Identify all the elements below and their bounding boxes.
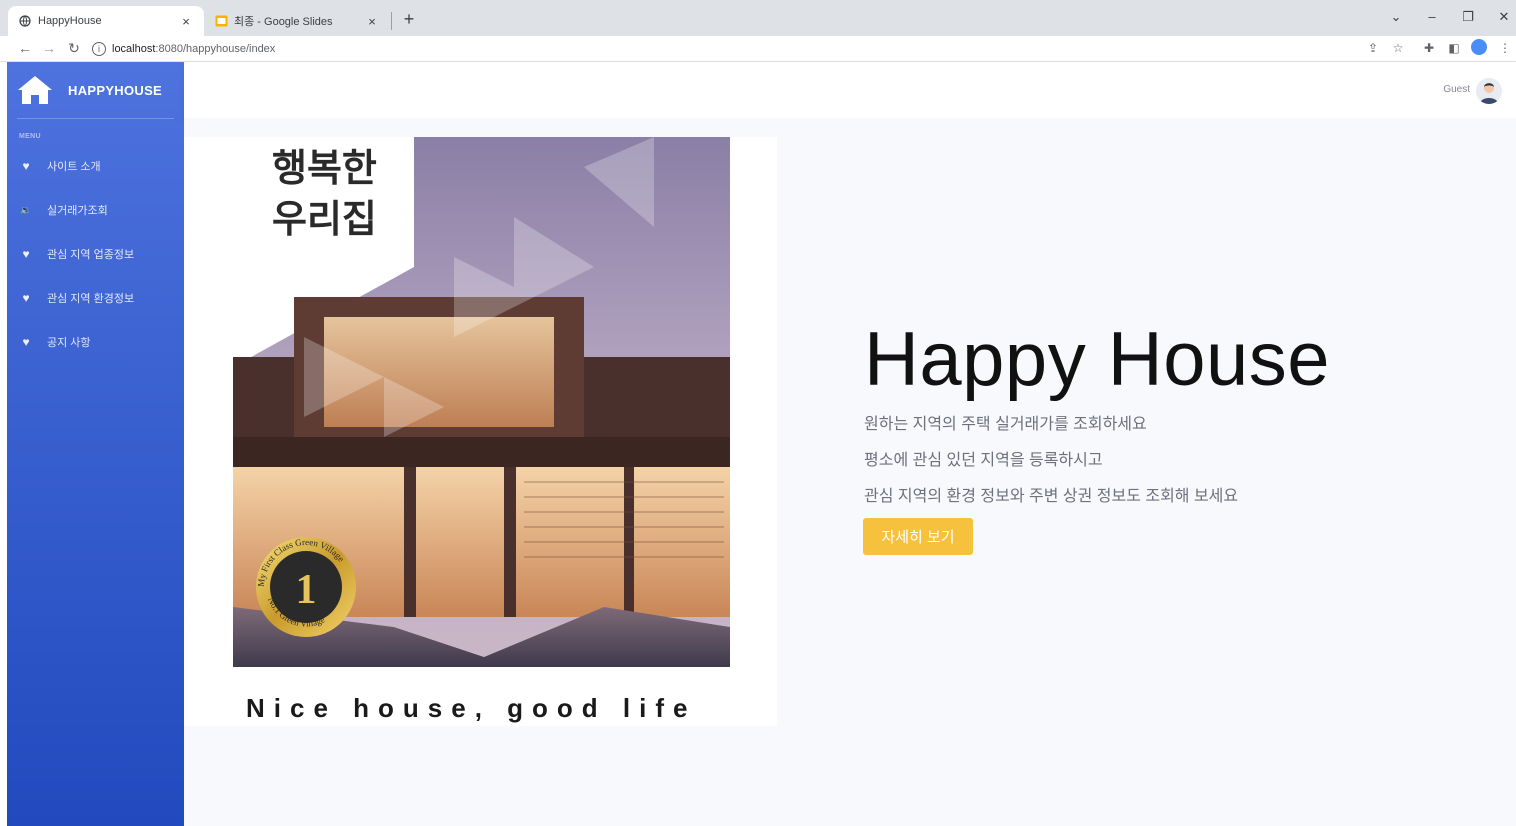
reload-icon[interactable]: ↻	[65, 40, 83, 57]
brand-name: HAPPYHOUSE	[68, 82, 163, 98]
new-tab-button[interactable]: +	[399, 9, 419, 30]
sidebar-item-label: 공지 사항	[47, 337, 91, 349]
heart-icon: ♥	[22, 335, 30, 349]
tab-happyhouse[interactable]: HappyHouse ×	[8, 6, 204, 36]
sidebar-brand[interactable]: HAPPYHOUSE	[7, 62, 184, 118]
hero-description-2: 평소에 관심 있던 지역을 등록하시고	[864, 452, 1103, 469]
tab-title: HappyHouse	[38, 15, 102, 27]
hero-description-3: 관심 지역의 환경 정보와 주변 상권 정보도 조회해 보세요	[864, 488, 1239, 505]
extensions-icon[interactable]: ✚	[1421, 41, 1437, 55]
forward-arrow-icon[interactable]: →	[40, 40, 58, 56]
browser-tab-bar: HappyHouse × 최종 - Google Slides × + ⌄ – …	[0, 0, 1516, 36]
sidebar-item-label: 관심 지역 환경정보	[47, 293, 135, 305]
sidebar-item-price-lookup[interactable]: 🔉 실거래가조회	[7, 195, 184, 225]
hero-image: 1 My First Class Green Village No.1 Gree…	[184, 137, 777, 726]
tab-close-icon[interactable]: ×	[178, 14, 194, 29]
profile-avatar-icon[interactable]	[1471, 39, 1487, 58]
sidebar: HAPPYHOUSE MENU ♥ 사이트 소개 🔉 실거래가조회 ♥ 관심 지…	[7, 62, 184, 826]
sidebar-item-notices[interactable]: ♥ 공지 사항	[7, 327, 184, 357]
slides-icon	[214, 14, 228, 28]
address-bar: ← → ↻ i localhost:8080/happyhouse/index …	[0, 36, 1516, 62]
tab-search-icon[interactable]: ⌄	[1386, 9, 1406, 25]
side-panel-icon[interactable]: ◧	[1446, 41, 1462, 55]
hero-description-1: 원하는 지역의 주택 실거래가를 조회하세요	[864, 416, 1147, 433]
sidebar-item-label: 관심 지역 업종정보	[47, 249, 135, 261]
restore-button[interactable]: ❐	[1458, 9, 1478, 25]
sidebar-divider	[17, 118, 174, 119]
sidebar-item-label: 실거래가조회	[47, 205, 108, 217]
badge-number: 1	[296, 567, 317, 613]
user-name[interactable]: Guest	[1443, 84, 1470, 95]
tab-close-icon[interactable]: ×	[364, 14, 380, 29]
tab-separator	[391, 12, 392, 30]
info-icon[interactable]: i	[92, 42, 106, 56]
home-icon	[18, 76, 52, 104]
details-button[interactable]: 자세히 보기	[863, 518, 973, 555]
globe-icon	[18, 14, 32, 28]
tab-google-slides[interactable]: 최종 - Google Slides ×	[204, 6, 390, 36]
avatar[interactable]	[1476, 78, 1502, 104]
url-field[interactable]: i localhost:8080/happyhouse/index	[92, 38, 1412, 60]
sidebar-item-business-info[interactable]: ♥ 관심 지역 업종정보	[7, 239, 184, 269]
share-icon[interactable]: ⇪	[1365, 41, 1381, 55]
back-arrow-icon[interactable]: ←	[16, 40, 34, 56]
topbar: Guest	[184, 62, 1516, 118]
minimize-button[interactable]: –	[1422, 9, 1442, 24]
image-slogan: Nice house, good life	[246, 693, 697, 723]
sidebar-item-label: 사이트 소개	[47, 161, 101, 173]
image-title-line1: 행복한	[272, 146, 377, 190]
sidebar-item-environment-info[interactable]: ♥ 관심 지역 환경정보	[7, 283, 184, 313]
main-content: 1 My First Class Green Village No.1 Gree…	[184, 118, 1516, 826]
tab-title: 최종 - Google Slides	[234, 16, 333, 28]
url-host: localhost	[112, 43, 156, 55]
more-menu-icon[interactable]: ⋮	[1497, 41, 1513, 55]
image-title-line2: 우리집	[272, 197, 377, 242]
close-window-button[interactable]: ✕	[1494, 9, 1514, 25]
menu-heading: MENU	[19, 133, 41, 140]
sidebar-item-site-intro[interactable]: ♥ 사이트 소개	[7, 151, 184, 181]
page-title: Happy House	[864, 317, 1330, 402]
heart-icon: ♥	[22, 247, 30, 261]
star-icon[interactable]: ☆	[1390, 41, 1406, 55]
image-title: 행복한 우리집	[272, 143, 377, 246]
url-path: :8080/happyhouse/index	[155, 43, 276, 55]
heart-icon: ♥	[22, 159, 30, 173]
heart-icon: ♥	[22, 291, 30, 305]
volume-icon: 🔉	[20, 204, 32, 215]
